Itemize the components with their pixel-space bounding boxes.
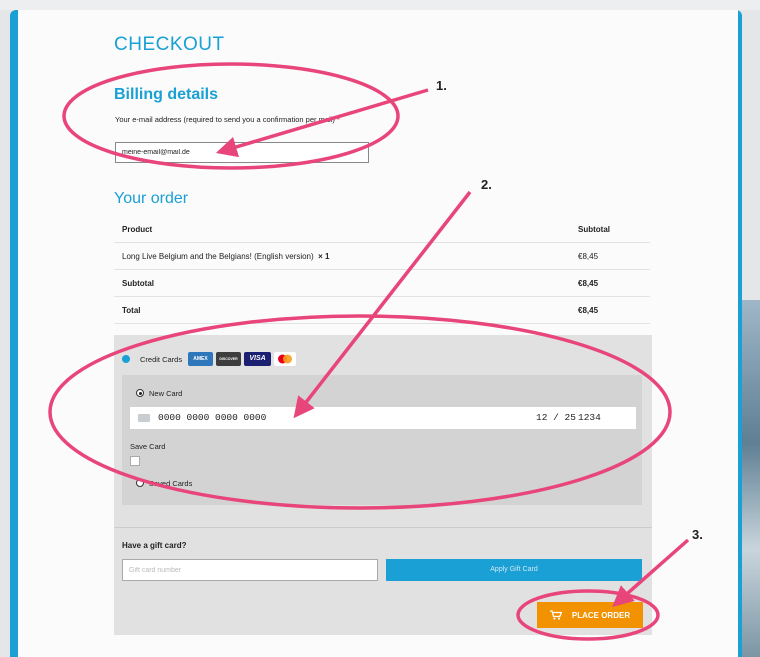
- new-card-label: New Card: [149, 389, 183, 398]
- email-label: Your e-mail address (required to send yo…: [115, 115, 375, 125]
- background-photo: [740, 300, 760, 657]
- mastercard-circles-icon: [278, 354, 292, 364]
- email-label-text: Your e-mail address (required to send yo…: [115, 115, 335, 124]
- order-item-price: €8,45: [570, 242, 650, 270]
- card-cvc-input[interactable]: 1234: [578, 412, 601, 423]
- cart-icon: [549, 610, 562, 620]
- subtotal-value: €8,45: [570, 269, 650, 297]
- order-item-name: Long Live Belgium and the Belgians! (Eng…: [122, 251, 314, 261]
- column-header-product: Product: [114, 216, 570, 243]
- card-icon: [138, 414, 150, 422]
- card-number-input[interactable]: 0000 0000 0000 0000: [158, 412, 266, 423]
- email-field[interactable]: [115, 142, 369, 163]
- place-order-label: PLACE ORDER: [571, 610, 631, 620]
- gift-card-heading: Have a gift card?: [122, 541, 187, 550]
- credit-cards-radio[interactable]: [122, 355, 130, 363]
- annotation-number-3: 3.: [692, 527, 703, 542]
- billing-heading: Billing details: [114, 86, 219, 103]
- visa-icon: VISA: [244, 352, 271, 366]
- new-card-panel: New Card 0000 0000 0000 0000 12 / 25 123…: [122, 375, 642, 505]
- card-input-field[interactable]: 0000 0000 0000 0000 12 / 25 1234: [130, 407, 636, 429]
- discover-logo-text: DISCOVER: [219, 357, 238, 361]
- page-title: CHECKOUT: [114, 34, 225, 55]
- discover-icon: DISCOVER: [216, 352, 241, 366]
- save-card-label: Save Card: [130, 442, 166, 451]
- apply-gift-card-button[interactable]: Apply Gift Card: [386, 559, 642, 581]
- saved-cards-label: Saved Cards: [149, 479, 193, 488]
- gift-card-input[interactable]: [122, 559, 378, 581]
- total-label: Total: [114, 296, 570, 324]
- order-item-cell: Long Live Belgium and the Belgians! (Eng…: [114, 242, 570, 270]
- gift-divider: [114, 527, 652, 528]
- order-heading: Your order: [114, 190, 189, 207]
- amex-logo-text: AMEX: [193, 356, 208, 362]
- required-mark: *: [336, 115, 340, 124]
- total-row: Total €8,45: [114, 296, 650, 324]
- place-order-button[interactable]: PLACE ORDER: [537, 602, 643, 628]
- order-item-qty: × 1: [318, 251, 330, 261]
- payment-box: Credit Cards AMEX DISCOVER VISA New Card…: [114, 335, 652, 635]
- saved-cards-radio[interactable]: [136, 479, 144, 487]
- background-strip: [0, 0, 760, 10]
- subtotal-label: Subtotal: [114, 269, 570, 297]
- card-expiry-input[interactable]: 12 / 25: [536, 412, 576, 423]
- credit-cards-label: Credit Cards: [140, 355, 183, 364]
- subtotal-row: Subtotal €8,45: [114, 269, 650, 297]
- new-card-radio[interactable]: [136, 389, 144, 397]
- annotation-number-2: 2.: [481, 177, 492, 192]
- total-value: €8,45: [570, 296, 650, 324]
- column-header-subtotal: Subtotal: [570, 216, 650, 243]
- save-card-checkbox[interactable]: [130, 456, 140, 466]
- annotation-number-1: 1.: [436, 78, 447, 93]
- mastercard-icon: [274, 352, 296, 366]
- order-table: Product Subtotal Long Live Belgium and t…: [114, 216, 650, 324]
- amex-icon: AMEX: [188, 352, 213, 366]
- visa-logo-text: VISA: [249, 355, 266, 362]
- table-row: Long Live Belgium and the Belgians! (Eng…: [114, 242, 650, 270]
- table-header-row: Product Subtotal: [114, 216, 650, 243]
